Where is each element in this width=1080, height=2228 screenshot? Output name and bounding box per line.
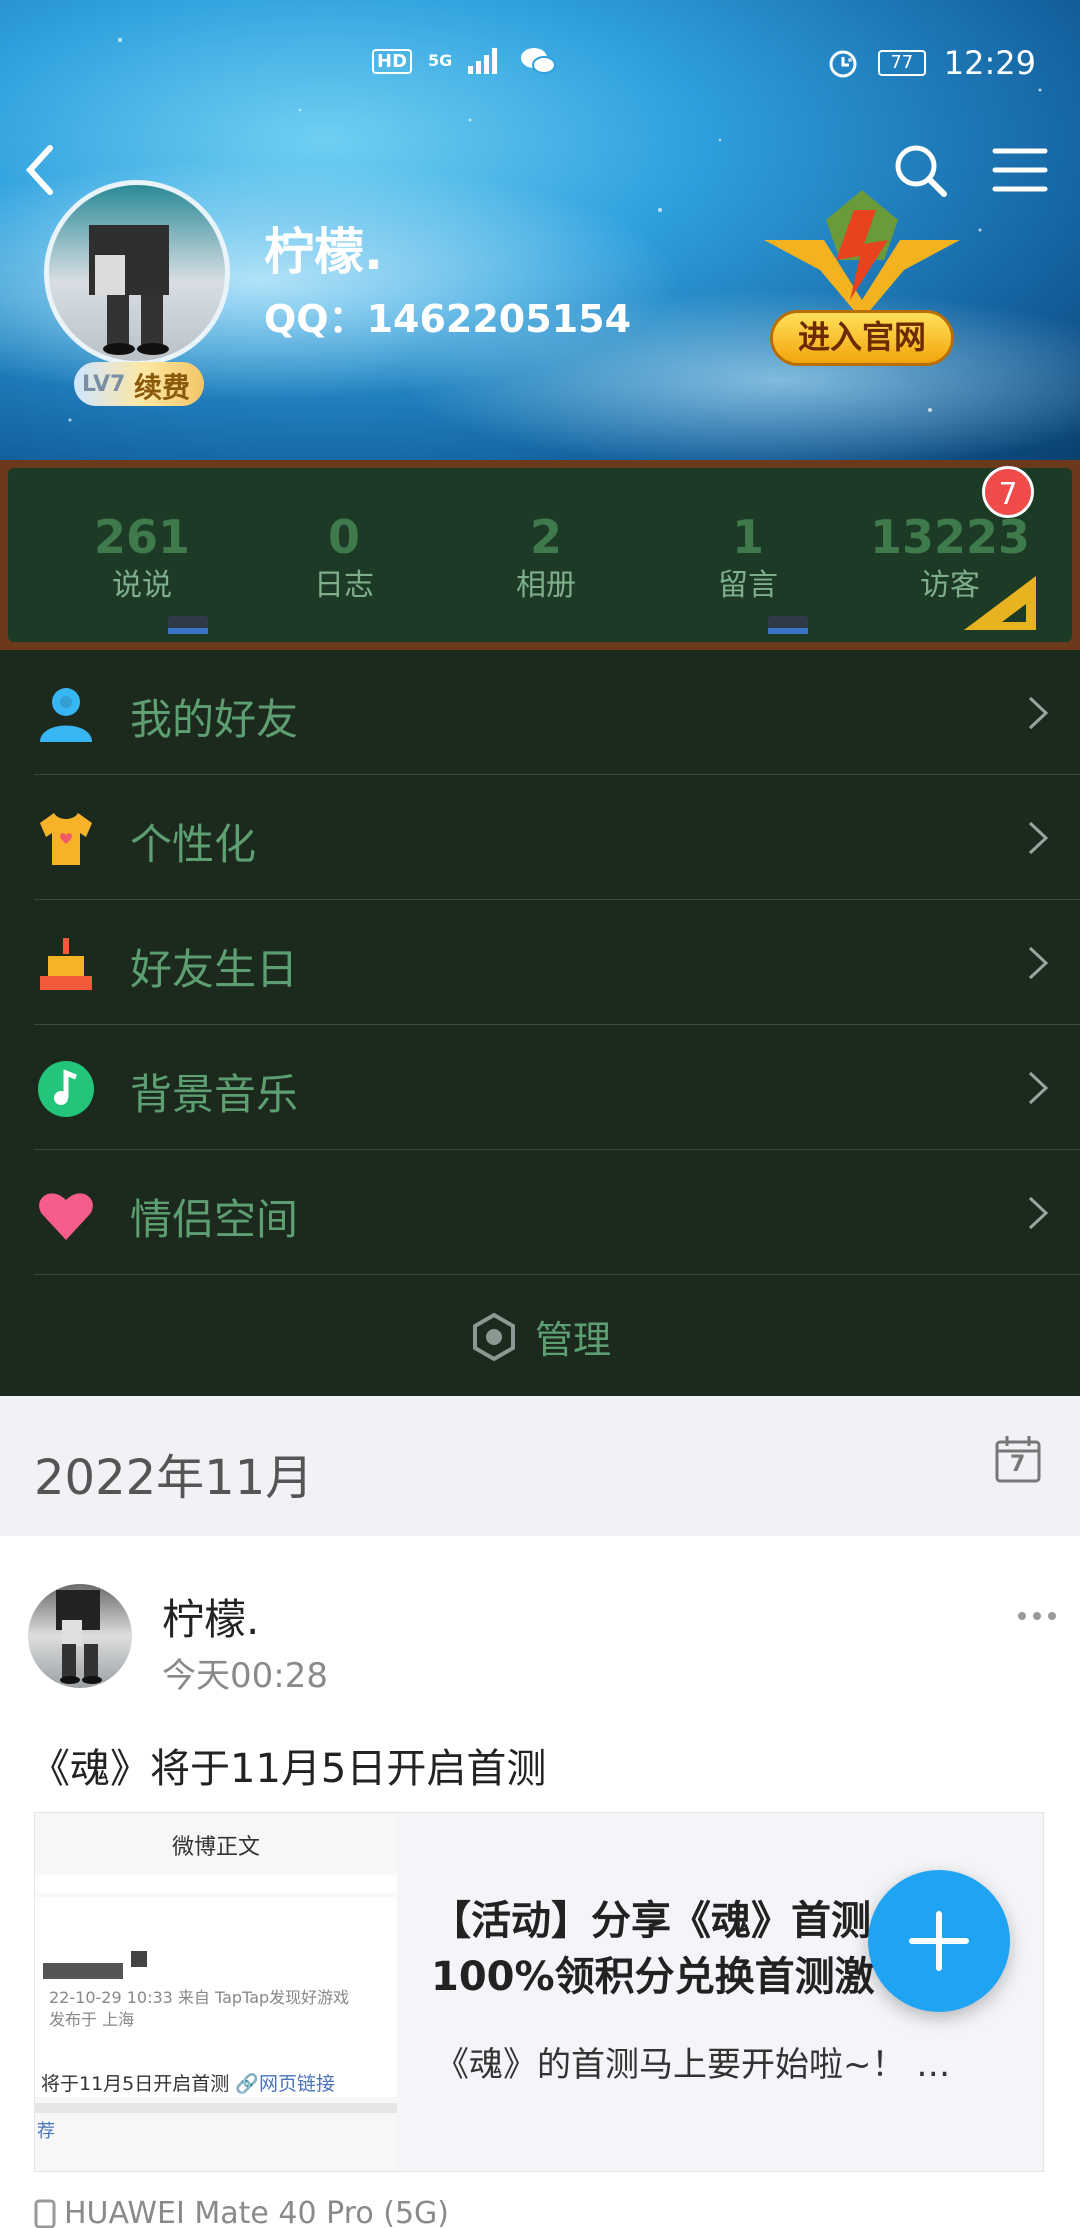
stat-value: 2 (529, 510, 562, 564)
music-icon (38, 1061, 94, 1117)
calendar-day: 7 (1010, 1452, 1026, 1477)
thumb-blur (131, 1951, 147, 1967)
alarm-icon (829, 50, 857, 78)
menu-item-birthdays[interactable]: 好友生日 (0, 900, 1080, 1025)
stat-value: 1 (731, 510, 764, 564)
manage-label: 管理 (534, 1318, 611, 1362)
stat-messages[interactable]: 1 留言 (658, 510, 838, 608)
eraser-icon (168, 616, 208, 634)
menu-icon[interactable] (990, 145, 1050, 195)
signal-icon (468, 48, 498, 74)
thumb-line: 将于11月5日开启首测 🔗网页链接 (41, 2069, 335, 2096)
thumb-divider (35, 2103, 397, 2113)
stats-board: 261 说说 0 日志 2 相册 1 留言 13223 访客 (0, 460, 1080, 650)
plus-icon (909, 1911, 969, 1971)
stat-diary[interactable]: 0 日志 (254, 510, 434, 608)
more-icon[interactable] (1016, 1608, 1058, 1624)
qq-number: QQ：1462205154 (264, 297, 632, 341)
thumb-meta-line: 发布于 上海 (49, 2010, 135, 2029)
status-left: HD 5G (372, 46, 557, 76)
thumb-link: 🔗网页链接 (235, 2073, 335, 2095)
manage-inner: 管理 (469, 1309, 611, 1364)
thumb-line-text: 将于11月5日开启首测 (41, 2073, 230, 2095)
post-avatar[interactable] (28, 1584, 132, 1688)
post-time: 今天00:28 (162, 1656, 328, 1696)
share-description: 《魂》的首测马上要开始啦~！ … (435, 2045, 951, 2085)
menu-list: 我的好友 个性化 好友生日 背景音乐 情侣空间 管理 (0, 650, 1080, 1396)
month-header: 2022年11月 7 (0, 1396, 1080, 1536)
stat-value: 13223 (869, 510, 1031, 564)
stat-label: 留言 (718, 568, 778, 603)
ruler-icon (964, 576, 1036, 630)
menu-item-label: 好友生日 (130, 945, 299, 994)
add-post-button[interactable] (868, 1870, 1010, 2012)
share-thumbnail: 微博正文 22-10-29 10:33 来自 TapTap发现好游戏 发布于 上… (35, 1813, 397, 2171)
status-right: 77 12:29 (826, 44, 1036, 82)
official-site-button[interactable]: 进入官网 (770, 310, 954, 366)
menu-item-personalize[interactable]: 个性化 (0, 775, 1080, 900)
wechat-icon (521, 48, 557, 74)
chevron-right-icon (1028, 1196, 1049, 1230)
device-info: HUAWEI Mate 40 Pro (5G) (34, 2196, 449, 2228)
post-author[interactable]: 柠檬. (162, 1586, 259, 1647)
profile-nickname: 柠檬. (264, 223, 383, 281)
stat-album[interactable]: 2 相册 (456, 510, 636, 608)
menu-item-label: 我的好友 (130, 695, 299, 744)
calendar-icon[interactable]: 7 (994, 1434, 1042, 1484)
menu-item-music[interactable]: 背景音乐 (0, 1025, 1080, 1150)
level-label: LV7 (82, 372, 126, 397)
hexagon-settings-icon (472, 1312, 515, 1361)
eraser-icon (768, 616, 808, 634)
chevron-right-icon (1028, 946, 1049, 980)
month-label: 2022年11月 (34, 1450, 314, 1506)
network-icon: 5G (428, 51, 453, 70)
chevron-right-icon (1028, 1071, 1049, 1105)
post-avatar-image (56, 1590, 102, 1684)
manage-button[interactable]: 管理 (0, 1275, 1080, 1396)
battery-icon: 77 (877, 50, 926, 76)
friend-icon (40, 688, 92, 742)
stat-label: 相册 (516, 568, 576, 603)
visitor-count-badge: 7 (982, 466, 1034, 518)
stat-value: 261 (93, 510, 191, 564)
device-name: HUAWEI Mate 40 Pro (5G) (64, 2196, 450, 2228)
thumb-meta-line: 22-10-29 10:33 来自 TapTap发现好游戏 (49, 1988, 350, 2007)
avatar[interactable] (44, 180, 230, 366)
thumb-meta: 22-10-29 10:33 来自 TapTap发现好游戏 发布于 上海 (49, 1987, 349, 2031)
stat-label: 日志 (314, 568, 374, 603)
stat-shuoshuo[interactable]: 261 说说 (52, 510, 232, 608)
back-icon[interactable] (20, 140, 60, 200)
menu-item-label: 个性化 (130, 820, 257, 869)
status-bar: HD 5G 77 12:29 (0, 40, 1080, 90)
hd-icon: HD (372, 48, 413, 74)
heart-icon (39, 1193, 93, 1240)
renew-button[interactable]: 续费 (134, 366, 190, 406)
chevron-right-icon (1028, 821, 1049, 855)
cake-icon (40, 938, 92, 990)
chevron-right-icon (1028, 696, 1049, 730)
chalkboard: 261 说说 0 日志 2 相册 1 留言 13223 访客 (8, 468, 1072, 642)
thumb-title: 微博正文 (171, 1835, 260, 1860)
post-text: 《魂》将于11月5日开启首测 (30, 1746, 547, 1792)
menu-item-friends[interactable]: 我的好友 (0, 650, 1080, 775)
thumb-rec: 荐 (37, 2121, 55, 2142)
menu-item-label: 情侣空间 (130, 1195, 299, 1244)
lightning-emblem-icon (764, 190, 960, 320)
menu-item-label: 背景音乐 (130, 1070, 299, 1119)
phone-icon (34, 2199, 56, 2228)
tshirt-icon (40, 813, 92, 865)
thumb-band (35, 1875, 397, 1893)
clock: 12:29 (943, 44, 1036, 82)
thumb-blur (43, 1963, 123, 1979)
menu-item-couple-space[interactable]: 情侣空间 (0, 1150, 1080, 1275)
stat-value: 0 (327, 510, 360, 564)
profile-header: HD 5G 77 12:29 LV7 续费 柠檬. QQ：1462205154 (0, 0, 1080, 470)
stat-label: 说说 (112, 568, 172, 603)
